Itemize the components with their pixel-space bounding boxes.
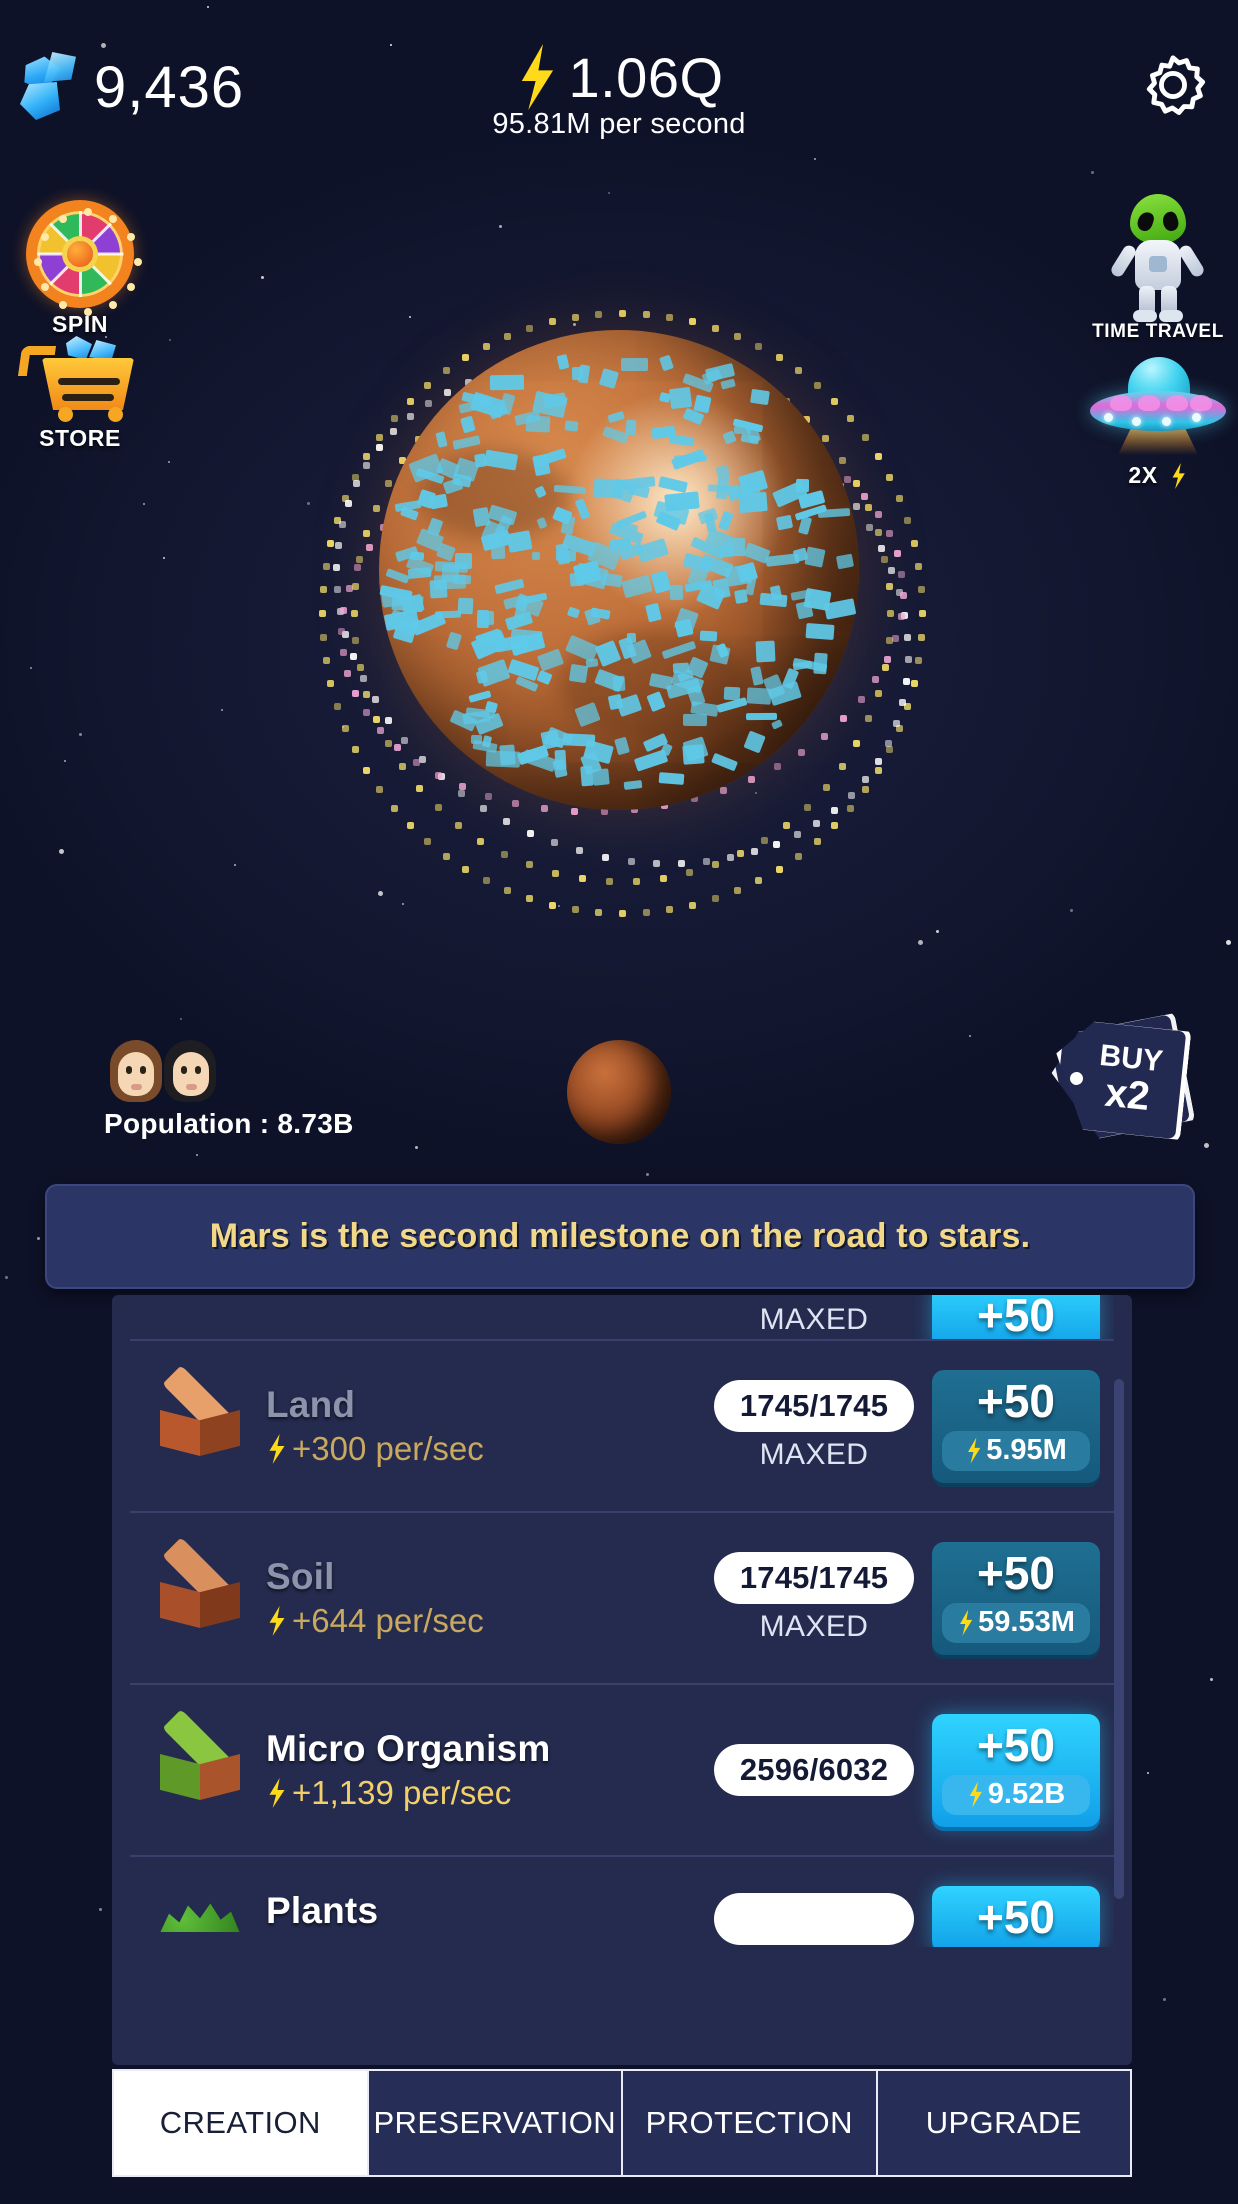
upgrade-cost: 9.52B [987,1778,1066,1810]
buy-x2-button[interactable]: BUY x2 [1054,1020,1186,1138]
soil-block-icon [144,1537,256,1644]
alien-astronaut-icon [1099,190,1217,322]
upgrade-name: Plants [266,1890,379,1931]
plants-icon [144,1872,256,1932]
settings-button[interactable] [1136,48,1210,122]
upgrade-row-partial-bottom[interactable]: Plants +50 [130,1855,1114,1947]
milestone-banner-text: Mars is the second milestone on the road… [209,1217,1031,1255]
upgrade-list-scrollbar[interactable] [1114,1379,1124,1899]
upgrade-amount: +50 [976,1374,1056,1427]
upgrade-level-counter [714,1893,914,1945]
energy-rate-label: 95.81M per second [492,108,746,140]
upgrade-cost: 59.53M [978,1606,1075,1638]
upgrade-row-partial-top[interactable]: MAXED +50 [130,1295,1114,1339]
store-button[interactable]: STORE [0,330,160,452]
gem-counter[interactable]: 9,436 [18,52,244,122]
energy-amount-label: 1.06Q [568,45,724,109]
upgrade-level-counter: 2596/6032 [714,1744,914,1796]
upgrade-buy-button[interactable]: +50 [932,1295,1100,1339]
store-button-label: STORE [39,425,121,451]
double-speed-button[interactable]: 2X [1078,355,1238,489]
double-speed-label: 2X [1078,462,1238,489]
upgrade-amount: +50 [976,1718,1056,1771]
two-people-icon [110,1040,354,1102]
upgrade-level-counter: 1745/1745 [714,1380,914,1432]
upgrade-row[interactable]: Micro Organism +1,139 per/sec 2596/6032 +50… [130,1683,1114,1855]
upgrade-rate: +300 per/sec [292,1430,484,1467]
lightning-bolt-icon [269,1434,285,1464]
gem-count-label: 9,436 [94,54,245,120]
tab-creation[interactable]: CREATION [114,2071,369,2175]
upgrade-amount: +50 [976,1295,1056,1339]
upgrade-status: MAXED [759,1303,869,1336]
buy-multiplier-label: x2 [1102,1070,1152,1119]
lightning-bolt-icon [1172,463,1185,489]
lightning-bolt-icon [968,1437,981,1464]
time-travel-button[interactable]: TIME TRAVEL [1078,190,1238,343]
population-display: Population : 8.73B [104,1040,354,1140]
upgrade-buy-button[interactable]: +50 [932,1886,1100,1947]
upgrade-name: Soil [266,1556,335,1597]
mars-planet[interactable] [309,300,929,920]
tab-preservation[interactable]: PRESERVATION [368,2071,623,2175]
upgrade-buy-button[interactable]: +50 9.52B [932,1713,1100,1827]
lightning-bolt-icon [521,44,554,110]
gear-icon [1146,55,1206,115]
tab-protection[interactable]: PROTECTION [623,2071,878,2175]
bottom-tab-bar[interactable]: CREATION PRESERVATION PROTECTION UPGRADE [112,2069,1132,2177]
upgrade-amount: +50 [976,1891,1056,1943]
upgrade-name: Micro Organism [266,1728,551,1769]
upgrade-list[interactable]: MAXED +50 Land +300 per/sec 1745/1745 MAXED +5… [112,1295,1132,2065]
planet-sphere [379,330,859,810]
lightning-bolt-icon [960,1609,973,1636]
population-label: Population : 8.73B [104,1108,354,1139]
upgrade-amount: +50 [976,1546,1056,1599]
tab-upgrade[interactable]: UPGRADE [877,2071,1130,2175]
micro-organism-block-icon [144,1709,256,1816]
gem-icon [18,52,80,122]
upgrade-level-counter: 1745/1745 [714,1552,914,1604]
upgrade-row[interactable]: Land +300 per/sec 1745/1745 MAXED +50 5.95M [130,1339,1114,1511]
game-screen: 9,436 1.06Q 95.81M per second SPIN STORE… [0,0,1238,2204]
spin-button[interactable]: SPIN [0,200,160,338]
upgrade-buy-button[interactable]: +50 5.95M [932,1369,1100,1483]
upgrade-rate: +644 per/sec [292,1602,484,1639]
time-travel-label: TIME TRAVEL [1092,321,1224,342]
ufo-icon [1084,355,1232,459]
upgrade-rate: +1,139 per/sec [292,1774,512,1811]
lightning-bolt-icon [269,1778,285,1808]
lightning-bolt-icon [269,1606,285,1636]
upgrade-panel: MAXED +50 Land +300 per/sec 1745/1745 MAXED +5… [112,1295,1132,2065]
upgrade-cost: 5.95M [986,1434,1067,1466]
double-speed-text: 2X [1128,462,1158,488]
shopping-cart-icon [17,330,140,422]
upgrade-row[interactable]: Soil +644 per/sec 1745/1745 MAXED +50 59.53M [130,1511,1114,1683]
lightning-bolt-icon [969,1781,982,1808]
mars-moon [567,1040,671,1144]
upgrade-name: Land [266,1384,356,1425]
upgrade-status: MAXED [759,1610,869,1643]
top-hud: 9,436 1.06Q 95.81M per second [0,0,1238,200]
energy-counter: 1.06Q 95.81M per second [492,44,745,141]
upgrade-buy-button[interactable]: +50 59.53M [932,1541,1100,1655]
land-block-icon [144,1365,256,1472]
milestone-banner: Mars is the second milestone on the road… [45,1184,1195,1289]
upgrade-status: MAXED [759,1438,869,1471]
spin-wheel-icon [26,200,142,316]
